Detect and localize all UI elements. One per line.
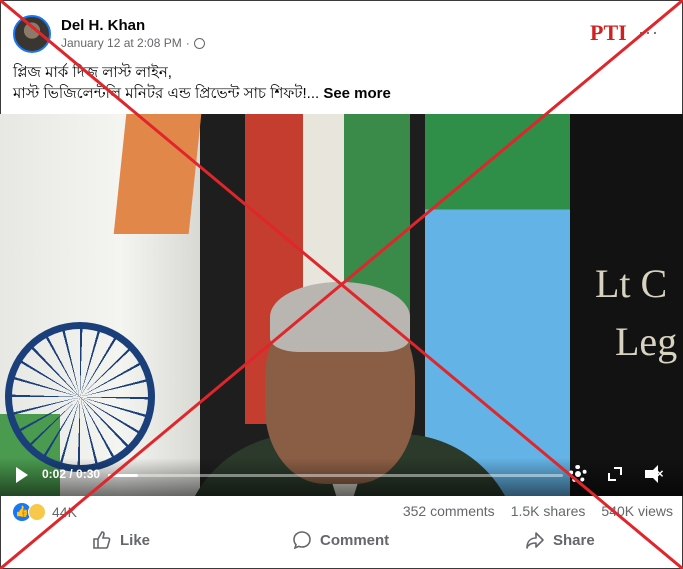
engagement-counts: 352 comments 1.5K shares 540K views <box>403 503 673 519</box>
globe-icon <box>193 37 205 49</box>
post-header: Del H. Khan January 12 at 2:08 PM · <box>13 14 205 54</box>
expand-icon[interactable] <box>608 467 622 481</box>
play-icon[interactable] <box>16 467 28 483</box>
mute-x-icon: × <box>656 466 664 481</box>
see-more-link[interactable]: See more <box>323 85 391 102</box>
video-scrubber[interactable] <box>108 474 563 477</box>
gear-icon[interactable] <box>569 465 587 483</box>
thumbs-up-icon <box>93 531 111 549</box>
post-stats: 👍 44K 352 comments 1.5K shares 540K view… <box>13 503 673 525</box>
post-caption: প্লিজ মার্ক দিজ লাস্ট লাইন, মাস্ট ভিজিলে… <box>13 62 653 104</box>
like-label: Like <box>120 531 151 549</box>
comments-count[interactable]: 352 comments <box>403 503 495 519</box>
video-time: 0:02 / 0:30 <box>42 467 101 481</box>
avatar[interactable] <box>13 15 51 53</box>
pti-watermark: PTI <box>590 20 627 45</box>
post-meta: Del H. Khan January 12 at 2:08 PM · <box>61 17 205 51</box>
more-dots-icon[interactable]: ··· <box>638 22 659 43</box>
ashoka-chakra <box>5 322 155 472</box>
post-timestamp[interactable]: January 12 at 2:08 PM <box>61 35 182 51</box>
share-button[interactable]: Share <box>525 530 595 550</box>
share-label: Share <box>553 531 595 549</box>
reaction-count: 44K <box>52 504 77 520</box>
flag-saffron-band <box>113 114 202 234</box>
airforce-flag <box>425 114 575 496</box>
share-icon <box>526 532 544 549</box>
post-time-row: January 12 at 2:08 PM · <box>61 35 205 51</box>
like-button[interactable]: Like <box>92 530 150 550</box>
shares-count[interactable]: 1.5K shares <box>511 503 586 519</box>
comment-button[interactable]: Comment <box>292 530 389 550</box>
banner-text: Lt C Leg <box>595 261 678 364</box>
video-player[interactable] <box>0 114 683 496</box>
caption-line-1: প্লিজ মার্ক দিজ লাস্ট লাইন, <box>13 64 172 81</box>
action-bar: Like Comment Share <box>0 530 683 560</box>
author-name[interactable]: Del H. Khan <box>61 17 205 35</box>
views-count: 540K views <box>601 503 673 519</box>
haha-reaction-icon <box>28 503 46 521</box>
comment-icon <box>293 531 311 550</box>
speaker-hair <box>270 282 410 352</box>
video-progress-fill <box>108 474 139 477</box>
caption-line-2: মাস্ট ভিজিলেন্টলি মনিটর এন্ড প্রিভেন্ট স… <box>13 85 320 102</box>
reactions-summary[interactable]: 👍 44K <box>13 503 77 521</box>
comment-label: Comment <box>320 531 390 549</box>
volume-muted-icon[interactable] <box>645 465 658 483</box>
